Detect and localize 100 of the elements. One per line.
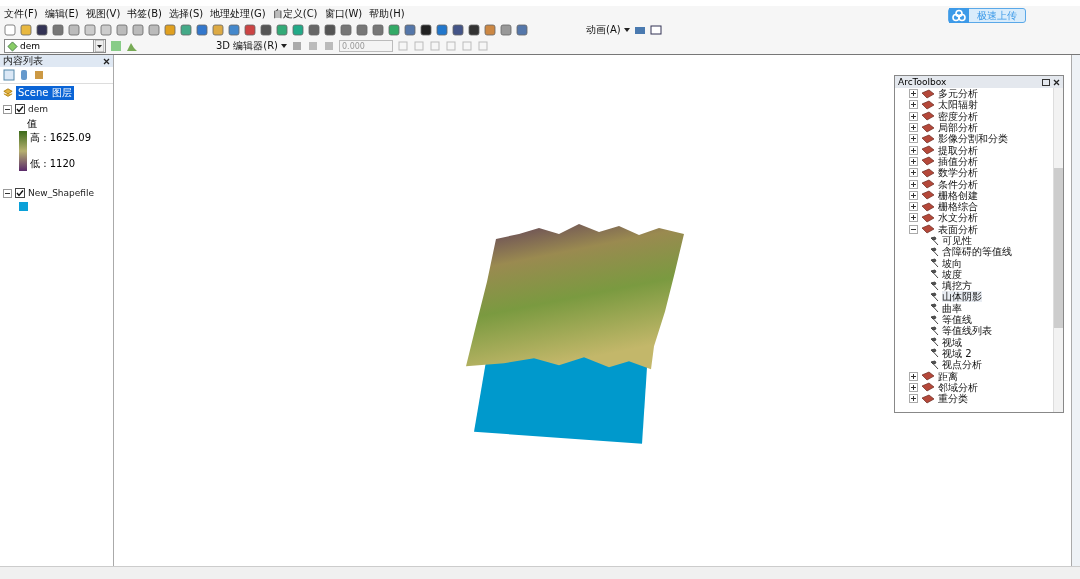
hammer-icon xyxy=(929,246,939,257)
expand-toggle-icon[interactable] xyxy=(909,123,918,133)
toolbox-icon xyxy=(921,382,935,393)
expand-toggle-icon[interactable] xyxy=(909,190,918,200)
panel-title: 内容列表 xyxy=(3,54,43,68)
hammer-icon xyxy=(929,235,939,246)
tool-item[interactable]: 视域 xyxy=(942,336,962,348)
layer-dropdown[interactable]: dem xyxy=(4,39,106,53)
maximize-icon[interactable] xyxy=(1042,78,1050,86)
expand-toggle-icon[interactable] xyxy=(909,202,918,212)
expand-toggle-icon[interactable] xyxy=(909,213,918,223)
menu-item[interactable]: 文件(F) xyxy=(4,7,38,21)
window-title: ArcToolbox xyxy=(898,77,948,87)
close-icon[interactable] xyxy=(103,57,110,65)
close-icon[interactable] xyxy=(1053,78,1060,86)
expand-toggle-icon[interactable] xyxy=(909,224,918,234)
expand-toggle-icon[interactable] xyxy=(909,89,918,99)
layer-checkbox[interactable] xyxy=(15,104,25,114)
scrollbar-thumb[interactable] xyxy=(1054,168,1063,328)
hammer-icon xyxy=(929,269,939,280)
scene-layer-group[interactable]: Scene 图层 xyxy=(16,86,74,100)
toolset-item[interactable]: 距离 xyxy=(938,370,958,382)
hammer-icon xyxy=(929,314,939,325)
toolset-item[interactable]: 局部分析 xyxy=(938,122,978,134)
toolbox-icon xyxy=(921,133,935,144)
toolbox-icon xyxy=(921,201,935,212)
tool-item[interactable]: 视点分析 xyxy=(942,359,982,371)
expand-toggle-icon[interactable] xyxy=(909,394,918,404)
expand-toggle-icon[interactable] xyxy=(909,382,918,392)
menu-item[interactable]: 窗口(W) xyxy=(324,7,363,21)
tool-item[interactable]: 曲率 xyxy=(942,302,962,314)
toolbox-icon xyxy=(921,212,935,223)
toolset-item[interactable]: 提取分析 xyxy=(938,144,978,156)
toolset-item[interactable]: 影像分割和分类 xyxy=(938,133,1008,145)
animation-menu[interactable]: 动画(A) xyxy=(586,23,630,37)
expand-toggle-icon[interactable] xyxy=(909,168,918,178)
caret-icon xyxy=(623,28,630,32)
legend-title: 值 xyxy=(26,117,38,131)
toolset-item[interactable]: 太阳辐射 xyxy=(938,99,978,111)
tool-item[interactable]: 等值线列表 xyxy=(942,325,992,337)
expand-toggle-icon[interactable] xyxy=(909,145,918,155)
layer-name[interactable]: dem xyxy=(28,104,49,114)
toolbox-icon xyxy=(921,190,935,201)
toolset-item[interactable]: 重分类 xyxy=(938,393,968,405)
toolset-item[interactable]: 密度分析 xyxy=(938,110,978,122)
expand-toggle-icon[interactable] xyxy=(3,104,12,114)
toolset-item[interactable]: 表面分析 xyxy=(938,223,978,235)
menu-item[interactable]: 选择(S) xyxy=(169,7,204,21)
menu-item[interactable]: 书签(B) xyxy=(127,7,162,21)
diamond-icon xyxy=(7,40,18,52)
tool-item[interactable]: 山体阴影 xyxy=(942,291,982,303)
toolbox-icon xyxy=(921,371,935,382)
toolset-item[interactable]: 插值分析 xyxy=(938,155,978,167)
caret-icon xyxy=(281,44,287,48)
toolbox-icon xyxy=(921,122,935,133)
tool-item[interactable]: 填挖方 xyxy=(942,280,972,292)
expand-toggle-icon[interactable] xyxy=(909,111,918,121)
toolbox-icon xyxy=(921,145,935,156)
toolset-item[interactable]: 多元分析 xyxy=(938,88,978,100)
toolbox-icon xyxy=(921,156,935,167)
menu-item[interactable]: 地理处理(G) xyxy=(210,7,266,21)
fill-symbol xyxy=(19,202,28,211)
tool-item[interactable]: 坡度 xyxy=(942,268,962,280)
toolset-item[interactable]: 栅格综合 xyxy=(938,201,978,213)
menu-item[interactable]: 编辑(E) xyxy=(44,7,79,21)
hammer-icon xyxy=(929,359,939,370)
hammer-icon xyxy=(929,348,939,359)
expand-toggle-icon[interactable] xyxy=(909,179,918,189)
layer-name[interactable]: New_Shapefile xyxy=(28,188,95,198)
toolbox-icon xyxy=(921,179,935,189)
layer-checkbox[interactable] xyxy=(15,188,25,198)
expand-toggle-icon[interactable] xyxy=(909,371,918,381)
hammer-icon xyxy=(929,303,939,314)
color-ramp xyxy=(19,131,27,171)
expand-toggle-icon[interactable] xyxy=(909,134,918,144)
high-value-label: 高 : 1625.09 xyxy=(30,131,92,145)
toolset-item[interactable]: 栅格创建 xyxy=(938,189,978,201)
toolset-item[interactable]: 数学分析 xyxy=(938,167,978,179)
expand-toggle-icon[interactable] xyxy=(3,188,12,198)
tool-item[interactable]: 含障碍的等值线 xyxy=(942,246,1012,258)
dropdown-arrow-icon[interactable] xyxy=(93,40,105,52)
editor-menu[interactable]: 3D 编辑器(R) xyxy=(216,39,287,53)
menu-item[interactable]: 视图(V) xyxy=(85,7,121,21)
tool-item[interactable]: 可见性 xyxy=(942,235,972,246)
hammer-icon xyxy=(929,280,939,291)
scrollbar[interactable] xyxy=(1053,88,1063,412)
tool-item[interactable]: 视域 2 xyxy=(942,347,972,359)
toolset-item[interactable]: 条件分析 xyxy=(938,178,978,190)
toolbox-icon xyxy=(921,167,935,178)
toolbox-icon xyxy=(921,224,935,235)
tool-item[interactable]: 等值线 xyxy=(942,314,972,326)
video-icon[interactable] xyxy=(649,24,662,36)
menu-item[interactable]: 自定义(C) xyxy=(272,7,318,21)
expand-toggle-icon[interactable] xyxy=(909,100,918,110)
menu-item[interactable]: 帮助(H) xyxy=(369,7,405,21)
toolset-item[interactable]: 邻域分析 xyxy=(938,381,978,393)
tool-item[interactable]: 坡向 xyxy=(942,257,962,269)
hammer-icon xyxy=(929,325,939,336)
toolset-item[interactable]: 水文分析 xyxy=(938,212,978,224)
expand-toggle-icon[interactable] xyxy=(909,156,918,166)
